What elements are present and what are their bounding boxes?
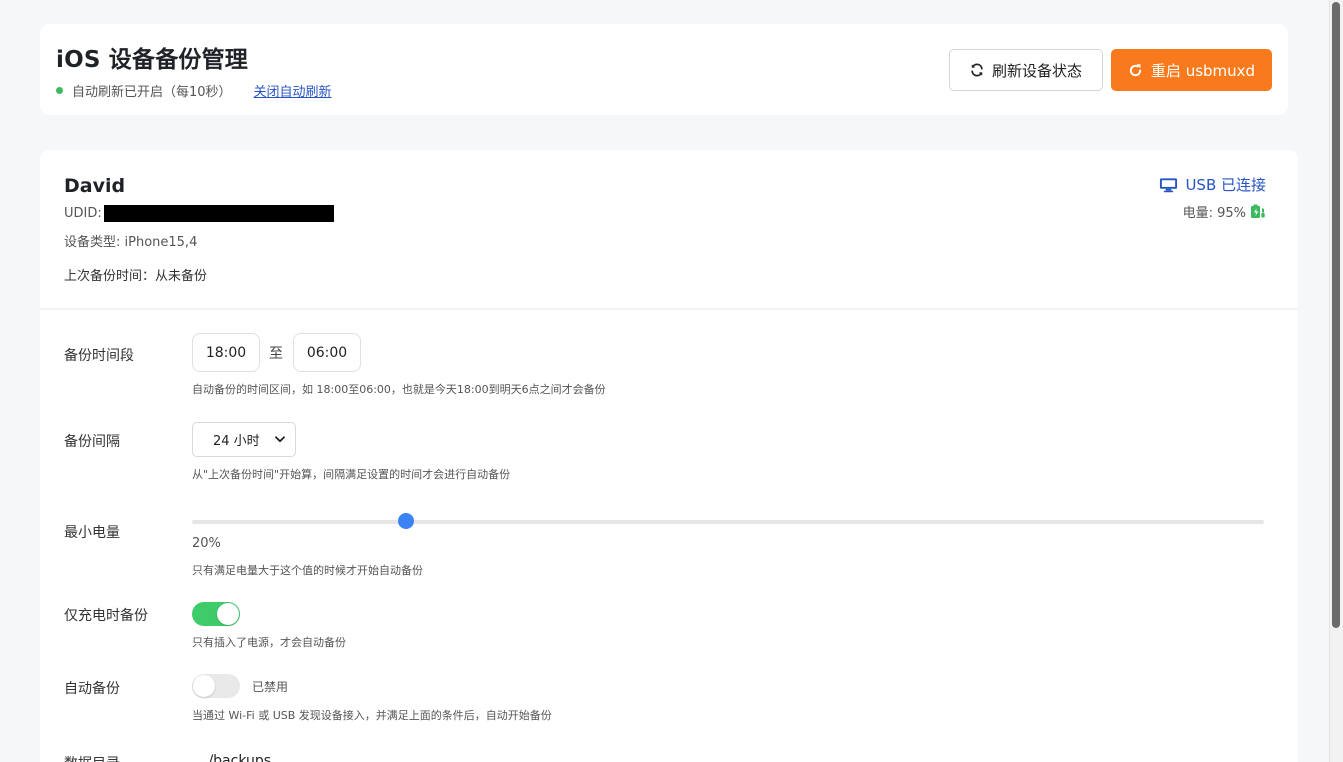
battery-text: 电量: 95% [1182,206,1246,221]
charging-only-help: 只有插入了电源，才会自动备份 [192,636,346,649]
interval-select-value: 24 小时 [213,434,260,449]
close-auto-refresh-link[interactable]: 关闭自动刷新 [254,81,332,100]
auto-backup-toggle[interactable] [192,674,240,698]
interval-help: 从"上次备份时间"开始算，间隔满足设置的时间才会进行自动备份 [192,468,511,481]
chevron-down-icon [275,436,285,443]
restart-icon [1129,63,1142,76]
connection-status: USB 已连接 [1159,174,1266,195]
auto-refresh-status: 自动刷新已开启（每10秒） 关闭自动刷新 [56,81,332,100]
time-range-help: 自动备份的时间区间，如 18:00至06:00，也就是今天18:00到明天6点之… [192,383,606,396]
data-dir-input[interactable]: ./backups [204,753,271,762]
auto-backup-help: 当通过 Wi-Fi 或 USB 发现设备接入，并满足上面的条件后，自动开始备份 [192,709,552,722]
status-dot-icon [56,86,63,94]
scrollbar-thumb[interactable] [1332,2,1340,628]
scrollbar[interactable] [1329,0,1343,762]
monitor-icon [1160,177,1178,192]
charging-only-label: 仅充电时备份 [64,608,148,624]
device-name: David [64,175,126,197]
refresh-icon [971,63,983,77]
battery-level: 电量: 95% [1183,202,1266,221]
min-battery-slider-thumb[interactable] [398,513,415,529]
restart-button-label: 重启 usbmuxd [1150,61,1256,80]
time-range-label: 备份时间段 [64,348,134,364]
min-battery-help: 只有满足电量大于这个值的时候才开始自动备份 [192,564,423,577]
data-dir-label: 数据目录 [64,753,120,762]
time-range-separator: 至 [269,346,283,362]
udid-label: UDID: [64,206,102,221]
header-card: iOS 设备备份管理 自动刷新已开启（每10秒） 关闭自动刷新 刷新设备状态 重… [40,24,1288,115]
refresh-button-label: 刷新设备状态 [991,61,1082,80]
interval-label: 备份间隔 [64,434,120,450]
last-backup-time: 上次备份时间：从未备份 [64,269,208,284]
device-card: David UDID: 设备类型: iPhone15,4 上次备份时间：从未备份… [40,150,1298,762]
battery-charging-icon [1251,204,1265,218]
device-info-section: David UDID: 设备类型: iPhone15,4 上次备份时间：从未备份… [40,150,1298,310]
min-battery-value: 20% [192,536,221,551]
device-type: 设备类型: iPhone15,4 [64,235,198,250]
auto-backup-state: 已禁用 [252,680,289,694]
udid-row: UDID: [64,205,334,222]
udid-redacted-value [103,205,334,222]
end-time-input[interactable]: 06:00 [293,333,361,372]
toggle-knob [217,603,239,625]
auto-refresh-text: 自动刷新已开启（每10秒） [72,84,232,100]
connection-text: USB 已连接 [1185,176,1266,194]
min-battery-label: 最小电量 [64,525,120,541]
start-time-input[interactable]: 18:00 [192,333,260,372]
toggle-knob [193,675,215,697]
auto-backup-label: 自动备份 [64,681,120,697]
page-title: iOS 设备备份管理 [56,47,249,73]
refresh-device-button[interactable]: 刷新设备状态 [949,49,1103,91]
charging-only-toggle[interactable] [192,602,240,626]
min-battery-slider-track[interactable] [192,520,1264,524]
restart-usbmuxd-button[interactable]: 重启 usbmuxd [1111,49,1272,91]
interval-select[interactable]: 24 小时 [192,422,296,457]
